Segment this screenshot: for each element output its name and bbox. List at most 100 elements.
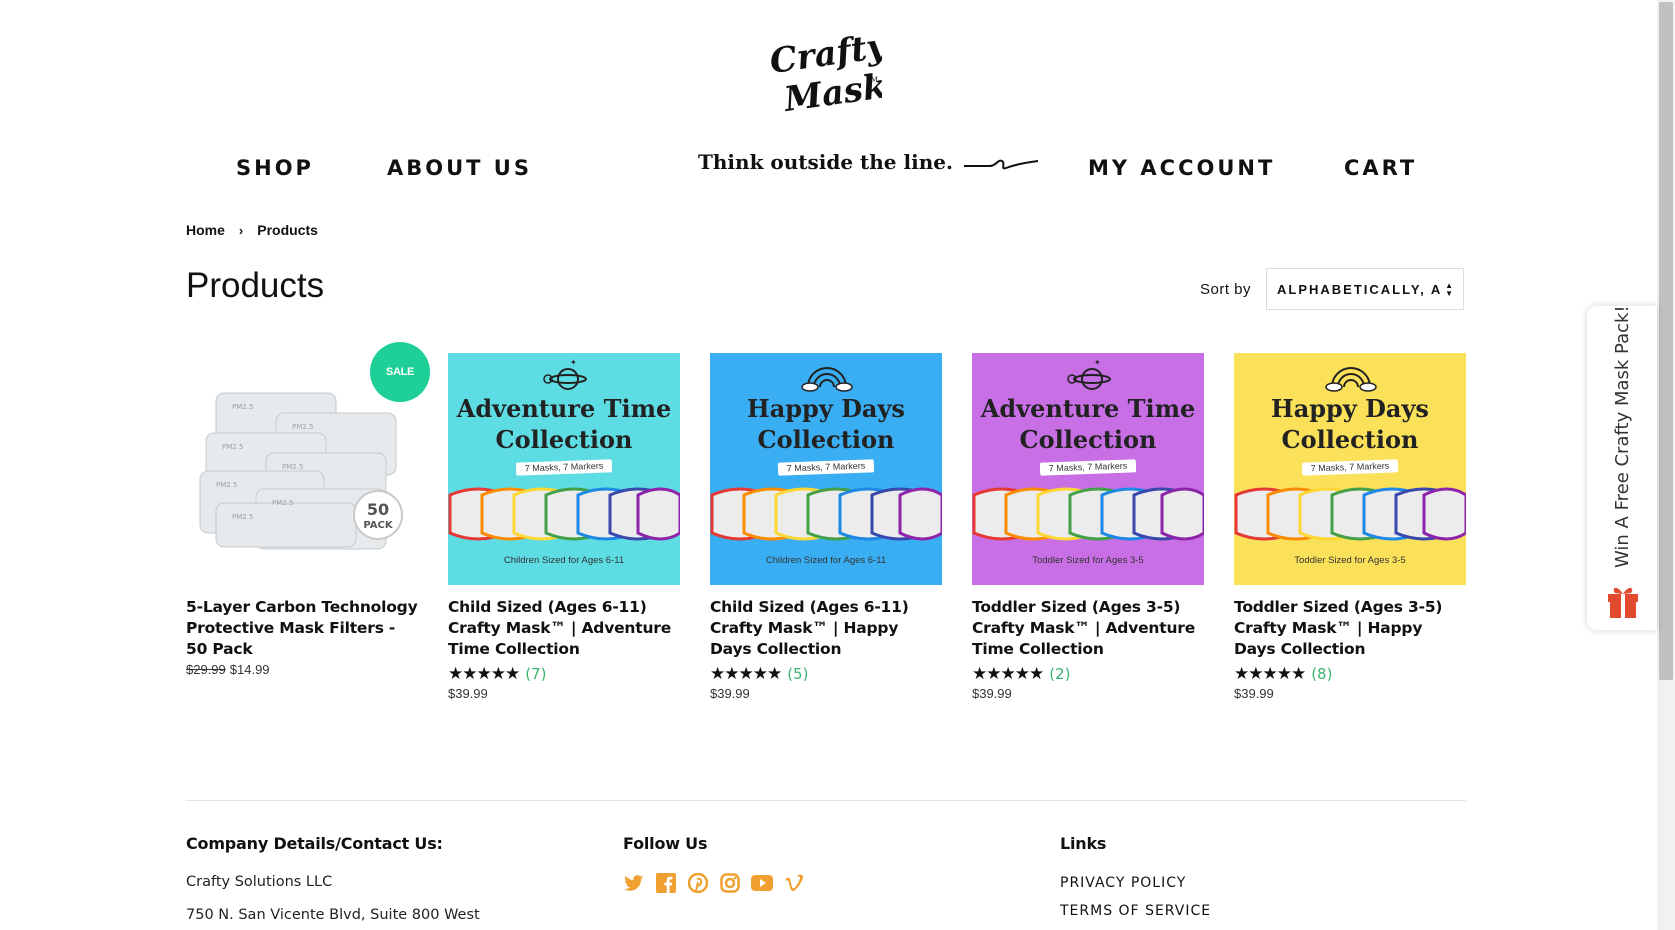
product-price: $39.99 xyxy=(1234,686,1274,701)
planet-icon: ✦ xyxy=(1067,359,1111,390)
product-card[interactable]: Happy Days Collection 7 Masks, 7 Markers … xyxy=(710,353,942,701)
card-subtitle: 7 Masks, 7 Markers xyxy=(1039,459,1137,476)
nav-about-us[interactable]: ABOUT US xyxy=(387,156,532,180)
planet-icon: ✦ xyxy=(543,359,587,390)
card-title: Adventure Time Collection xyxy=(980,394,1196,454)
page-title: Products xyxy=(186,266,325,305)
pinterest-icon[interactable] xyxy=(687,872,709,894)
card-footer-text: Toddler Sized for Ages 3-5 xyxy=(1294,555,1406,566)
footer-links-heading: Links xyxy=(1060,834,1107,853)
nav-my-account[interactable]: MY ACCOUNT xyxy=(1088,156,1275,180)
card-subtitle: 7 Masks, 7 Markers xyxy=(777,459,875,476)
footer-company-heading: Company Details/Contact Us: xyxy=(186,834,443,853)
product-image[interactable]: ✦ Adventure Time Collection 7 Masks, 7 Ma… xyxy=(972,353,1204,585)
svg-text:TM: TM xyxy=(866,76,878,84)
review-count[interactable]: (8) xyxy=(1311,665,1332,683)
tagline: Think outside the line. xyxy=(698,150,953,174)
card-title: Adventure Time Collection xyxy=(456,394,672,454)
filter-label: PM2.5 xyxy=(222,443,243,451)
mask-row-image xyxy=(1234,487,1466,541)
product-title[interactable]: Toddler Sized (Ages 3-5) Crafty Mask™ | … xyxy=(1234,597,1466,660)
youtube-icon[interactable] xyxy=(751,872,773,894)
sort-selected-value: ALPHABETICALLY, A xyxy=(1277,281,1443,297)
select-arrows-icon: ▲ ▼ xyxy=(1445,281,1455,298)
product-title[interactable]: Toddler Sized (Ages 3-5) Crafty Mask™ | … xyxy=(972,597,1204,660)
filter-label: PM2.5 xyxy=(282,463,303,471)
star-rating-icon: ★★★★★ xyxy=(972,664,1044,683)
pack-word: PACK xyxy=(363,520,393,531)
product-title[interactable]: 5-Layer Carbon Technology Protective Mas… xyxy=(186,597,418,660)
footer-address: 750 N. San Vicente Blvd, Suite 800 West xyxy=(186,907,480,923)
product-rating[interactable]: ★★★★★ (8) xyxy=(1234,664,1466,684)
footer-follow-heading: Follow Us xyxy=(623,834,708,853)
price-sale: $14.99 xyxy=(229,662,270,677)
product-rating[interactable]: ★★★★★ (5) xyxy=(710,664,942,684)
breadcrumb-current: Products xyxy=(257,222,318,238)
product-title[interactable]: Child Sized (Ages 6-11) Crafty Mask™ | A… xyxy=(448,597,680,660)
sort-select[interactable]: ALPHABETICALLY, A ▲ ▼ xyxy=(1266,268,1464,310)
product-card[interactable]: PM2.5 PM2.5 PM2.5 PM2.5 PM2.5 PM2.5 PM2.… xyxy=(186,342,430,677)
svg-text:✦: ✦ xyxy=(1094,359,1101,367)
card-footer-text: Children Sized for Ages 6-11 xyxy=(503,555,625,566)
breadcrumb-separator: › xyxy=(238,222,244,238)
filter-label: PM2.5 xyxy=(232,513,253,521)
product-image[interactable]: Happy Days Collection 7 Masks, 7 Markers … xyxy=(710,353,942,585)
page-scrollbar[interactable] xyxy=(1657,0,1675,930)
rainbow-icon xyxy=(801,367,853,392)
review-count[interactable]: (7) xyxy=(525,665,546,683)
product-price: $29.99 $14.99 xyxy=(186,662,418,677)
scrollbar-thumb[interactable] xyxy=(1659,2,1673,680)
footer-divider xyxy=(186,800,1466,801)
product-rating[interactable]: ★★★★★ (2) xyxy=(972,664,1204,684)
breadcrumb: Home › Products xyxy=(186,222,318,238)
mask-row-image xyxy=(448,487,680,541)
footer-company-name: Crafty Solutions LLC xyxy=(186,874,333,890)
product-card[interactable]: ✦ Adventure Time Collection 7 Masks, 7 Ma… xyxy=(448,353,680,701)
instagram-icon[interactable] xyxy=(719,872,741,894)
filter-label: PM2.5 xyxy=(232,403,253,411)
card-subtitle: 7 Masks, 7 Markers xyxy=(515,459,613,476)
gift-icon xyxy=(1608,587,1638,618)
product-image[interactable]: PM2.5 PM2.5 PM2.5 PM2.5 PM2.5 PM2.5 PM2.… xyxy=(186,342,430,585)
terms-of-service-link[interactable]: TERMS OF SERVICE xyxy=(1060,903,1211,919)
social-links xyxy=(623,872,805,894)
nav-shop[interactable]: SHOP xyxy=(236,156,314,180)
product-price: $39.99 xyxy=(710,686,750,701)
privacy-policy-link[interactable]: PRIVACY POLICY xyxy=(1060,875,1186,891)
star-rating-icon: ★★★★★ xyxy=(1234,664,1306,683)
product-card[interactable]: Happy Days Collection 7 Masks, 7 Markers … xyxy=(1234,353,1466,701)
sort-label: Sort by xyxy=(1200,281,1252,298)
product-price: $39.99 xyxy=(972,686,1012,701)
card-title: Happy Days Collection xyxy=(1271,394,1429,454)
product-rating[interactable]: ★★★★★ (7) xyxy=(448,664,680,684)
vimeo-icon[interactable] xyxy=(783,872,805,894)
pack-number: 50 xyxy=(367,500,389,519)
sale-badge: SALE xyxy=(370,342,430,402)
nav-cart[interactable]: CART xyxy=(1344,156,1417,180)
product-image[interactable]: ✦ Adventure Time Collection 7 Masks, 7 Ma… xyxy=(448,353,680,585)
product-card[interactable]: ✦ Adventure Time Collection 7 Masks, 7 Ma… xyxy=(972,353,1204,701)
filter-label: PM2.5 xyxy=(292,423,313,431)
win-free-pack-widget[interactable]: Win A Free Crafty Mask Pack! xyxy=(1587,305,1657,630)
star-rating-icon: ★★★★★ xyxy=(448,664,520,683)
svg-text:✦: ✦ xyxy=(570,359,577,367)
star-rating-icon: ★★★★★ xyxy=(710,664,782,683)
product-image[interactable]: Happy Days Collection 7 Masks, 7 Markers … xyxy=(1234,353,1466,585)
review-count[interactable]: (2) xyxy=(1049,665,1070,683)
twitter-icon[interactable] xyxy=(623,872,645,894)
mask-row-image xyxy=(972,487,1204,541)
filter-label: PM2.5 xyxy=(216,481,237,489)
card-subtitle: 7 Masks, 7 Markers xyxy=(1301,459,1399,476)
review-count[interactable]: (5) xyxy=(787,665,808,683)
card-footer-text: Children Sized for Ages 6-11 xyxy=(765,555,887,566)
product-price: $39.99 xyxy=(448,686,488,701)
crafty-mask-logo[interactable]: Crafty Mask TM xyxy=(762,26,891,120)
card-footer-text: Toddler Sized for Ages 3-5 xyxy=(1032,555,1144,566)
squiggle-decoration xyxy=(964,159,1039,170)
breadcrumb-home[interactable]: Home xyxy=(186,222,225,238)
card-title: Happy Days Collection xyxy=(747,394,905,454)
facebook-icon[interactable] xyxy=(655,872,677,894)
product-title[interactable]: Child Sized (Ages 6-11) Crafty Mask™ | H… xyxy=(710,597,942,660)
mask-row-image xyxy=(710,487,942,541)
price-original: $29.99 xyxy=(186,662,226,677)
